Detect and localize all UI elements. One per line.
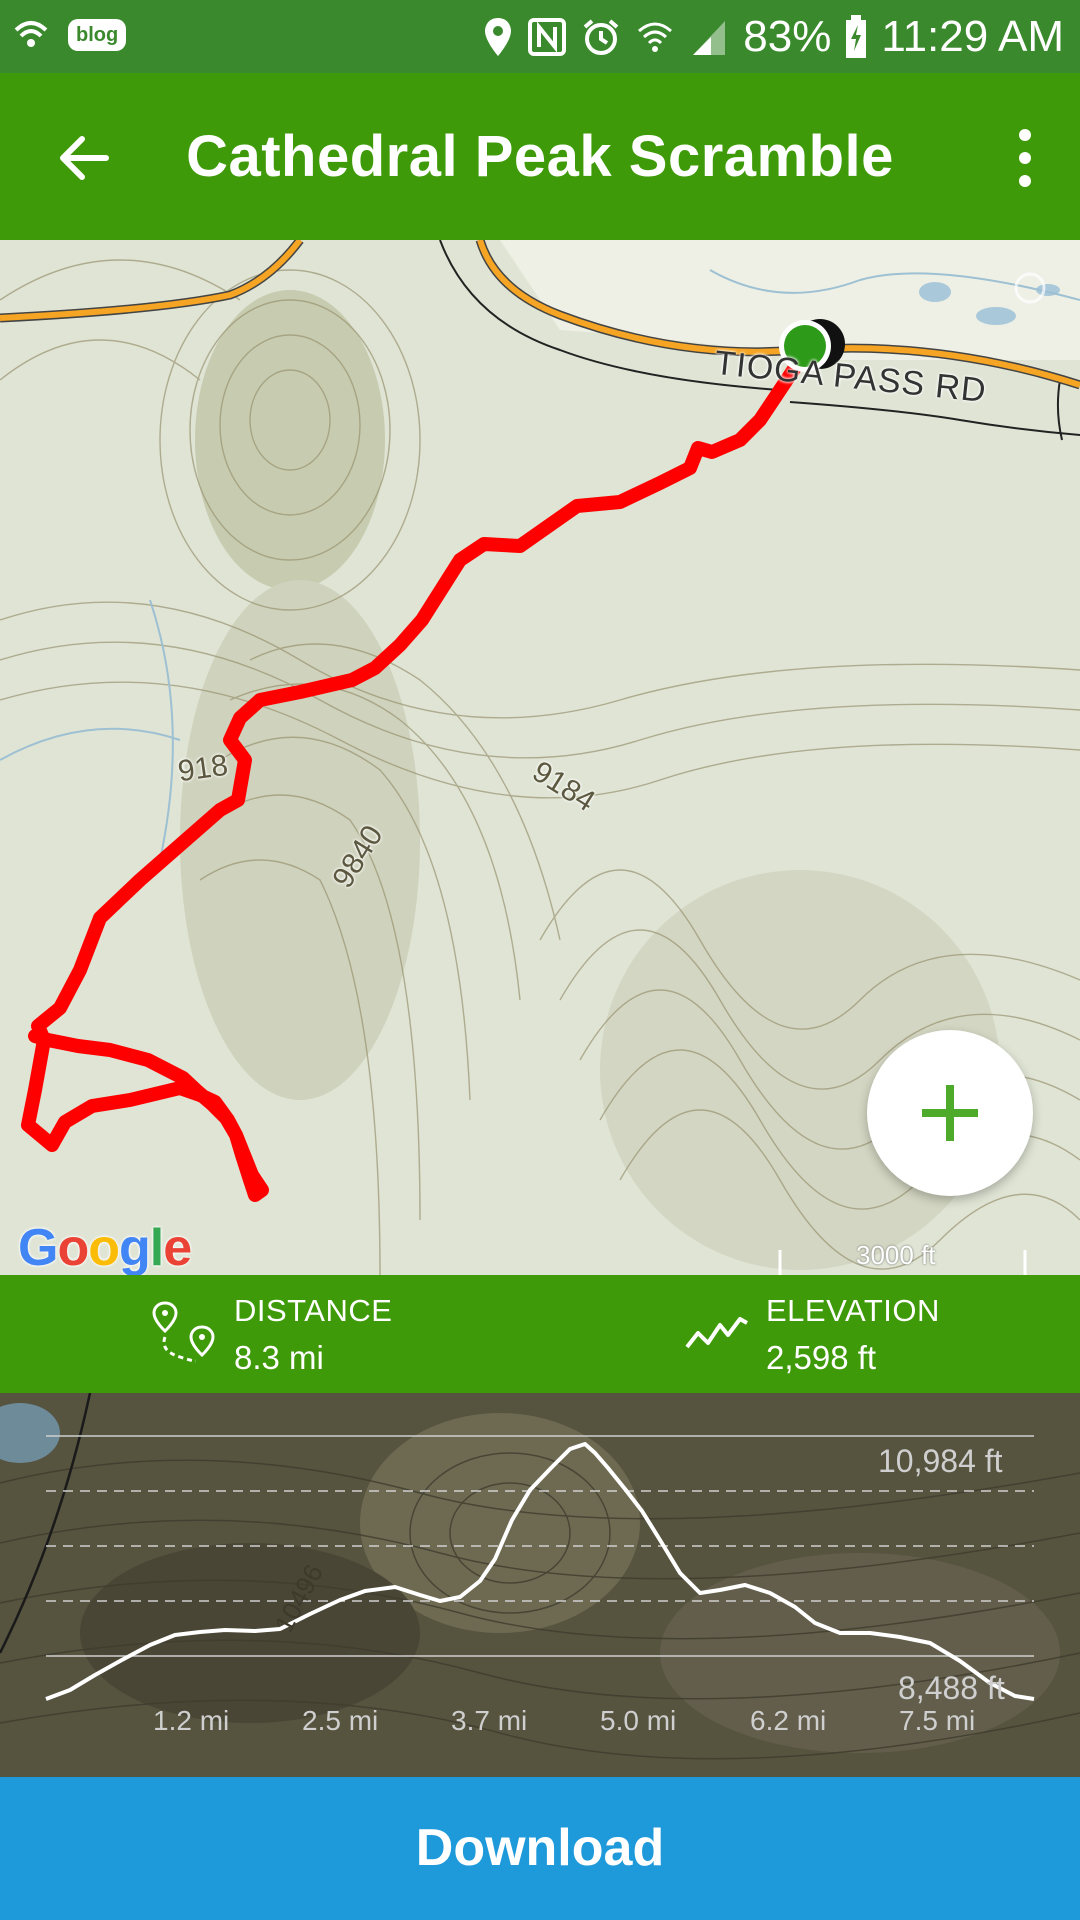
signal-icon: [693, 21, 726, 55]
x-tick-label: 2.5 mi: [302, 1705, 379, 1736]
download-button[interactable]: Download: [0, 1777, 1080, 1920]
location-icon: [485, 18, 512, 56]
x-tick-label: 3.7 mi: [451, 1705, 528, 1736]
clock: 11:29 AM: [881, 12, 1064, 61]
google-logo: Google: [18, 1219, 192, 1277]
distance-value: 8.3 mi: [234, 1339, 324, 1376]
blog-icon: blog: [68, 19, 127, 51]
x-tick-label: 7.5 mi: [899, 1705, 976, 1736]
x-tick-label: 1.2 mi: [153, 1705, 230, 1736]
battery-icon: [846, 15, 867, 58]
elevation-min-label: 8,488 ft: [898, 1670, 1005, 1706]
page-title: Cathedral Peak Scramble: [186, 124, 894, 189]
battery-percent: 83%: [743, 12, 832, 61]
distance-stat: DISTANCE 8.3 mi: [234, 1293, 392, 1377]
plus-icon: [922, 1085, 978, 1141]
x-tick-label: 6.2 mi: [750, 1705, 827, 1736]
elevation-label: ELEVATION: [766, 1293, 940, 1328]
elevation-max-label: 10,984 ft: [878, 1443, 1003, 1479]
elevation-value: 2,598 ft: [766, 1339, 877, 1376]
scale-label: 3000 ft: [856, 1240, 936, 1270]
elevation-stat: ELEVATION 2,598 ft: [766, 1293, 940, 1377]
app-bar: Cathedral Peak Scramble: [0, 73, 1080, 240]
more-vert-icon[interactable]: [1010, 125, 1040, 195]
x-tick-label: 5.0 mi: [600, 1705, 677, 1736]
distance-icon: [152, 1301, 215, 1363]
nfc-icon: [528, 18, 567, 56]
alarm-icon: [583, 19, 619, 55]
distance-label: DISTANCE: [234, 1293, 393, 1328]
wifi-call-icon: [14, 21, 48, 47]
wifi-icon: [638, 22, 673, 52]
stats-bar: DISTANCE 8.3 mi ELEVATION 2,598 ft: [0, 1275, 1080, 1393]
contour-label: 918: [175, 748, 231, 789]
zoom-in-button[interactable]: [867, 1030, 1033, 1196]
elevation-profile[interactable]: 10496 10,984 ft 8,488 ft 1.2 mi 2.5 mi 3…: [0, 1393, 1080, 1777]
status-bar: blog 83% 11:29 AM: [0, 0, 1080, 73]
elevation-icon: [685, 1317, 748, 1349]
